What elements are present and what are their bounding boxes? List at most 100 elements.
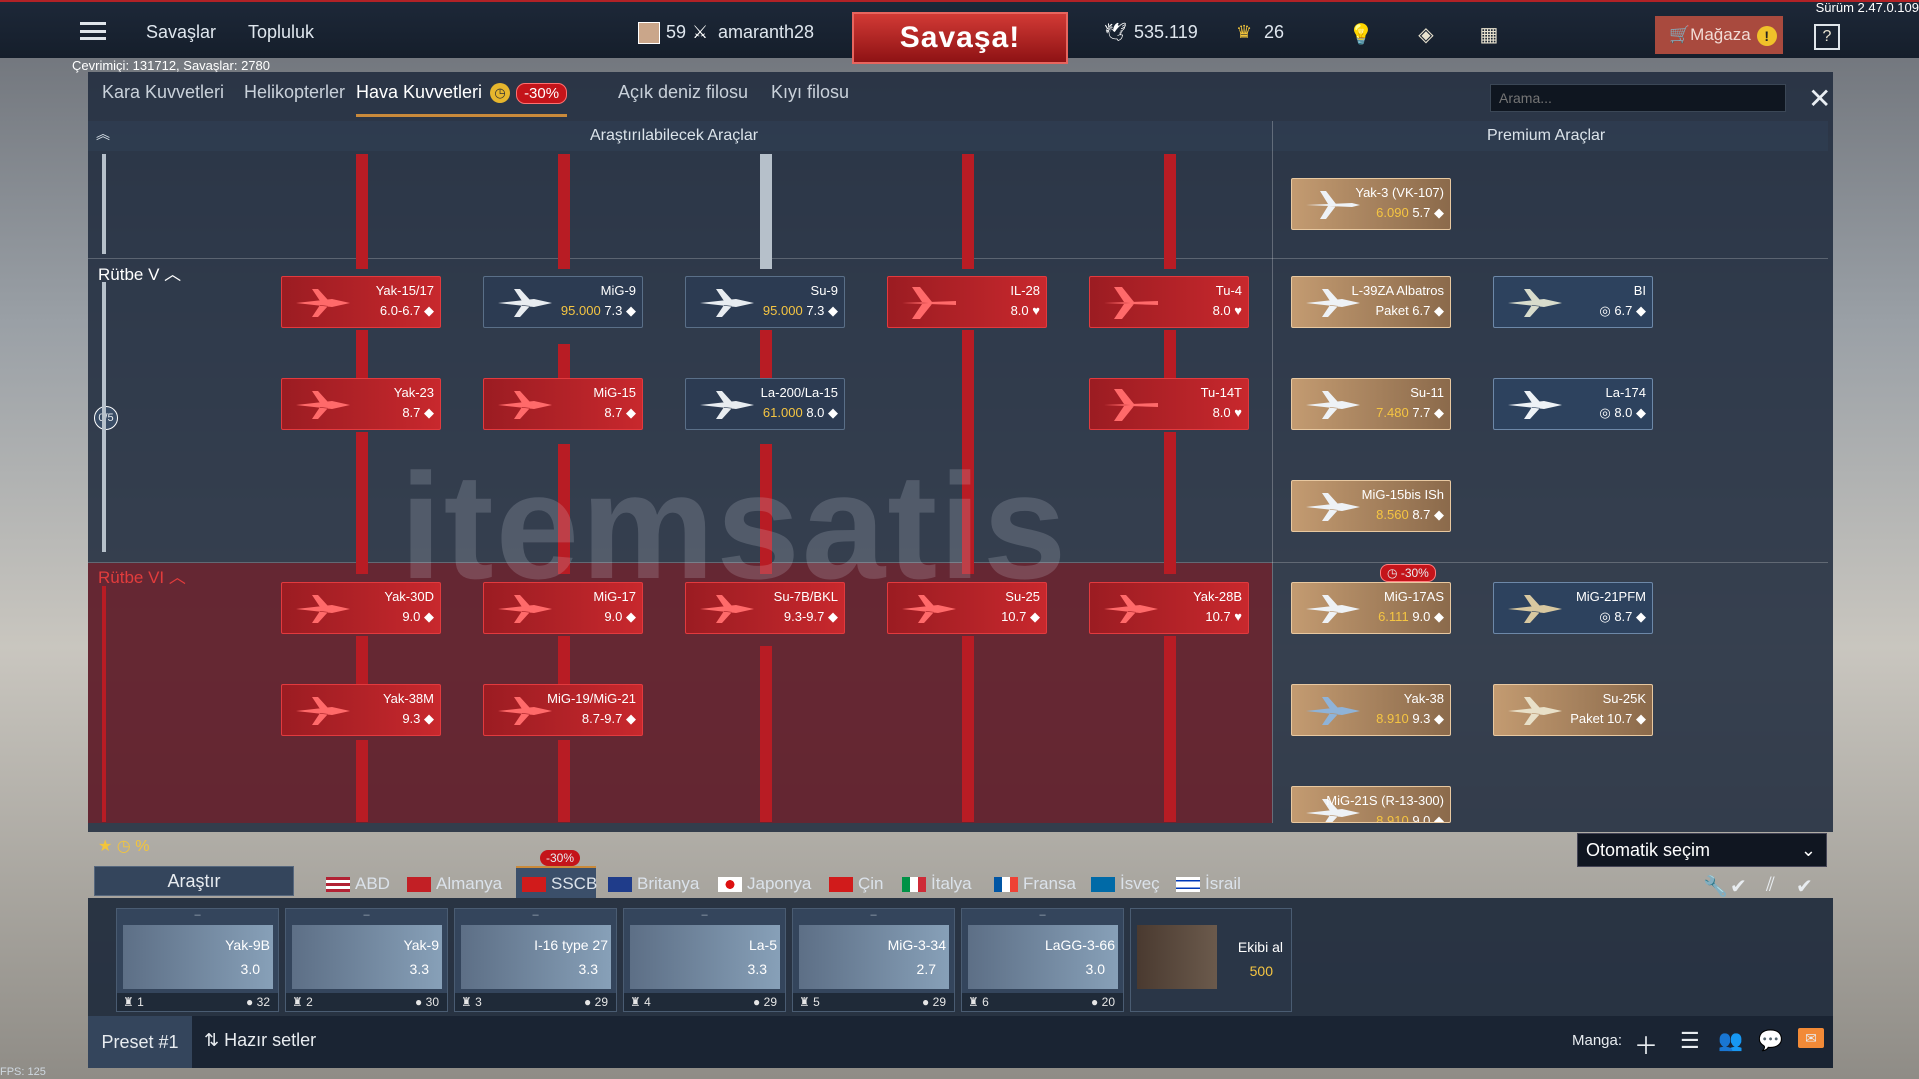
tab-ground[interactable]: Kara Kuvvetleri	[102, 82, 224, 103]
avatar[interactable]	[638, 22, 660, 44]
premium-vehicle-card[interactable]: L-39ZA Albatros Paket 6.7 ◆	[1291, 276, 1451, 328]
crew-slot[interactable]: – MiG-3-34 2.7 ♜ 5 ● 29	[792, 908, 955, 1012]
check-icon[interactable]: ✔	[1730, 874, 1747, 899]
vehicle-br: 8.0 ♥	[1010, 303, 1040, 318]
vehicle-card[interactable]: La-200/La-15 61.000 8.0 ◆	[685, 378, 845, 430]
premium-vehicle-card[interactable]: MiG-15bis ISh 8.560 8.7 ◆	[1291, 480, 1451, 532]
ready-sets-button[interactable]: ⇅ Hazır setler	[204, 1030, 316, 1051]
nav-battles[interactable]: Savaşlar	[146, 22, 216, 43]
vehicle-card[interactable]: Yak-15/17 6.0-6.7 ◆	[281, 276, 441, 328]
country-china[interactable]: Çin	[829, 874, 884, 894]
silver-eagle-icon: 🕊	[1104, 22, 1127, 42]
premium-vehicle-card[interactable]: Su-11 7.480 7.7 ◆	[1291, 378, 1451, 430]
vehicle-card[interactable]: MiG-9 95.000 7.3 ◆	[483, 276, 643, 328]
bomber-icon	[1104, 389, 1158, 421]
slot-vehicle-name: Yak-9B	[225, 937, 270, 953]
country-ussr[interactable]: SSCB	[522, 874, 597, 894]
country-japan[interactable]: Japonya	[718, 874, 811, 894]
premium-vehicle-card[interactable]: Su-25K Paket 10.7 ◆	[1493, 684, 1653, 736]
alert-icon: !	[1756, 25, 1777, 46]
help-icon[interactable]: ?	[1814, 24, 1840, 50]
country-sweden[interactable]: İsveç	[1091, 874, 1160, 894]
premium-vehicle-card[interactable]: MiG-21S (R-13-300) 8.910 9.0 ◆	[1291, 786, 1451, 823]
crew-number: 5	[813, 995, 820, 1009]
wrench-icon[interactable]: 🔧	[1703, 874, 1728, 899]
buy-crew-slot[interactable]: Ekibi al 500	[1130, 908, 1292, 1012]
repair-all-icon[interactable]: ⫽	[1766, 874, 1775, 897]
country-france[interactable]: Fransa	[994, 874, 1076, 894]
lightbulb-icon[interactable]: 💡	[1348, 22, 1374, 48]
rank6-label: Rütbe VI ︿	[98, 568, 186, 587]
chat-icon[interactable]: 💬	[1758, 1028, 1783, 1053]
vehicle-card[interactable]: MiG-19/MiG-21 8.7-9.7 ◆	[483, 684, 643, 736]
sale-badge: ◷ -30%	[1380, 564, 1436, 582]
premium-vehicle-card[interactable]: Yak-38 8.910 9.3 ◆	[1291, 684, 1451, 736]
bomber-icon	[902, 287, 956, 319]
crew-slot[interactable]: – LaGG-3-66 3.0 ♜ 6 ● 20	[961, 908, 1124, 1012]
squadron-vehicle-card[interactable]: BI ◎ 6.7 ◆	[1493, 276, 1653, 328]
coupon-icon[interactable]: ▦	[1476, 22, 1502, 48]
check-icon[interactable]: ✔	[1796, 874, 1813, 899]
plane-image	[799, 925, 949, 989]
preset-button[interactable]: Preset #1	[88, 1016, 192, 1068]
auto-select-dropdown[interactable]: Otomatik seçim ⌄	[1577, 833, 1827, 867]
mail-icon[interactable]: ✉	[1798, 1028, 1824, 1048]
crew-number: 6	[982, 995, 989, 1009]
vehicle-name: Yak-15/17	[375, 283, 434, 298]
vehicle-br: 6.090 5.7 ◆	[1376, 205, 1444, 220]
nav-community[interactable]: Topluluk	[248, 22, 314, 43]
vehicle-card[interactable]: Yak-38M 9.3 ◆	[281, 684, 441, 736]
close-icon[interactable]: ✕	[1808, 82, 1831, 115]
vehicle-card[interactable]: Su-9 95.000 7.3 ◆	[685, 276, 845, 328]
tab-bluewater-fleet[interactable]: Açık deniz filosu	[618, 82, 748, 103]
crew-slot[interactable]: – La-5 3.3 ♜ 4 ● 29	[623, 908, 786, 1012]
tree-line	[558, 740, 570, 822]
vehicle-card[interactable]: Tu-14T 8.0 ♥	[1089, 378, 1249, 430]
username[interactable]: amaranth28	[718, 22, 814, 43]
slot-br: 2.7	[916, 961, 936, 977]
squadron-vehicle-card[interactable]: La-174 ◎ 8.0 ◆	[1493, 378, 1653, 430]
vehicle-card[interactable]: Yak-23 8.7 ◆	[281, 378, 441, 430]
crew-slot[interactable]: – Yak-9 3.3 ♜ 2 ● 30	[285, 908, 448, 1012]
add-squad-icon[interactable]: ＋	[1634, 1026, 1658, 1061]
br-value: 9.3	[402, 711, 421, 726]
research-button[interactable]: Araştır	[94, 866, 294, 896]
tab-coastal-fleet[interactable]: Kıyı filosu	[771, 82, 849, 103]
list-icon[interactable]: ☰	[1680, 1028, 1700, 1054]
player-level: 59	[666, 22, 687, 42]
slot-br: 3.3	[409, 961, 429, 977]
vehicle-card[interactable]: Tu-4 8.0 ♥	[1089, 276, 1249, 328]
tab-helicopters[interactable]: Helikopterler	[244, 82, 345, 103]
country-germany[interactable]: Almanya	[407, 874, 502, 894]
vehicle-card[interactable]: Yak-28B 10.7 ♥	[1089, 582, 1249, 634]
crew-slot[interactable]: – Yak-9B 3.0 ♜ 1 ● 32	[116, 908, 279, 1012]
br-value: 8.7-9.7	[581, 711, 623, 726]
battle-button[interactable]: Savaşa!	[852, 12, 1068, 64]
tab-aviation[interactable]: Hava Kuvvetleri ◷ -30%	[356, 82, 568, 117]
vehicle-card[interactable]: IL-28 8.0 ♥	[887, 276, 1047, 328]
shop-button[interactable]: 🛒Mağaza!	[1655, 16, 1783, 54]
country-usa[interactable]: ABD	[326, 874, 390, 894]
country-israel[interactable]: İsrail	[1176, 874, 1241, 894]
premium-vehicle-card[interactable]: Yak-3 (VK-107) 6.090 5.7 ◆	[1291, 178, 1451, 230]
slot-br: 3.3	[747, 961, 767, 977]
premium-vehicle-card[interactable]: MiG-17AS 6.111 9.0 ◆	[1291, 582, 1451, 634]
search-input[interactable]	[1490, 84, 1786, 112]
country-italy[interactable]: İtalya	[902, 874, 972, 894]
slot-vehicle-name: MiG-3-34	[887, 937, 946, 953]
vehicle-card[interactable]: MiG-15 8.7 ◆	[483, 378, 643, 430]
diamond-icon[interactable]: ◈	[1413, 22, 1439, 48]
country-britain[interactable]: Britanya	[608, 874, 699, 894]
crew-slot[interactable]: – I-16 type 27 3.3 ♜ 3 ● 29	[454, 908, 617, 1012]
collapse-icon[interactable]: ︽	[96, 124, 110, 144]
rank-progress: 0/5	[94, 406, 118, 430]
menu-icon[interactable]	[80, 22, 106, 40]
slot-footer: ♜ 4 ● 29	[624, 993, 785, 1011]
squadron-vehicle-card[interactable]: MiG-21PFM ◎ 8.7 ◆	[1493, 582, 1653, 634]
china-flag-icon	[829, 877, 853, 893]
vehicle-br: 8.7 ◆	[604, 405, 636, 420]
crew-portrait	[1137, 925, 1217, 989]
br-value: 8.7	[1614, 609, 1633, 624]
contacts-icon[interactable]: 👥	[1718, 1028, 1743, 1053]
repair-value: 20	[1101, 995, 1115, 1009]
